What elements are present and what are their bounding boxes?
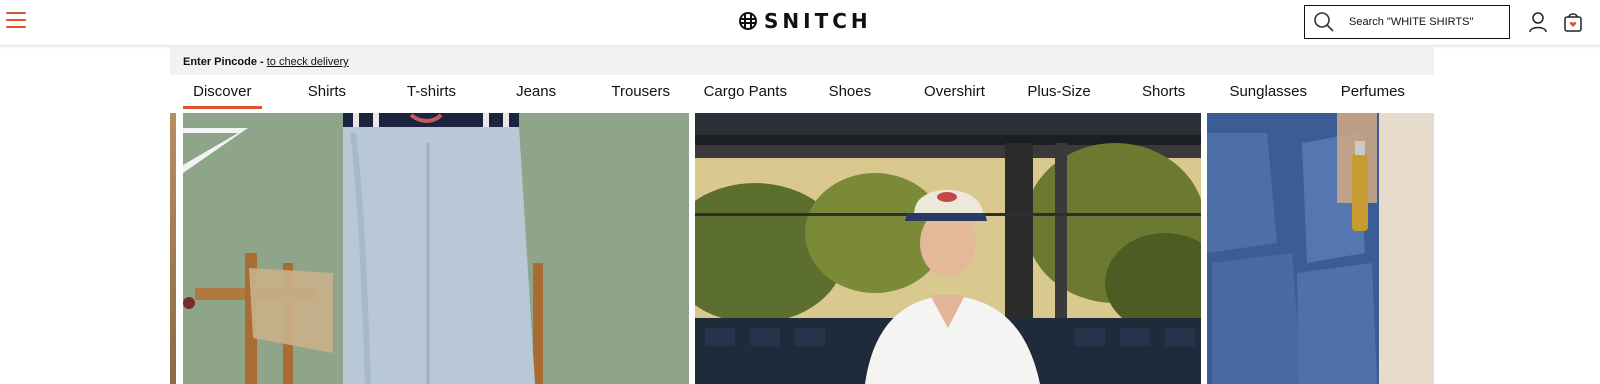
category-tab-overshirt[interactable]: Overshirt xyxy=(902,75,1007,109)
user-icon[interactable] xyxy=(1528,11,1548,33)
previous-slide-edge[interactable] xyxy=(170,113,176,384)
category-tab-sunglasses[interactable]: Sunglasses xyxy=(1216,75,1321,109)
category-tab-plus-size[interactable]: Plus-Size xyxy=(1007,75,1112,109)
category-tab-shorts[interactable]: Shorts xyxy=(1111,75,1216,109)
hero-image-stadium-seats[interactable] xyxy=(1207,113,1434,384)
check-delivery-link[interactable]: to check delivery xyxy=(267,56,349,68)
category-tab-perfumes[interactable]: Perfumes xyxy=(1321,75,1426,109)
pincode-prompt: Enter Pincode - to check delivery xyxy=(183,56,349,68)
shopping-bag-icon[interactable] xyxy=(1562,11,1584,33)
pincode-label: Enter Pincode - xyxy=(183,56,264,68)
brand-name: SNITCH xyxy=(764,9,872,33)
snitch-logo-mark-icon xyxy=(739,12,757,30)
category-tab-trousers[interactable]: Trousers xyxy=(588,75,693,109)
category-tab-tshirts[interactable]: T-shirts xyxy=(379,75,484,109)
hero-image-jeans-model[interactable] xyxy=(183,113,689,384)
search-box[interactable]: Search "WHITE SHIRTS" xyxy=(1304,5,1510,39)
category-tab-shoes[interactable]: Shoes xyxy=(798,75,903,109)
category-tab-shirts[interactable]: Shirts xyxy=(275,75,380,109)
search-placeholder: Search "WHITE SHIRTS" xyxy=(1349,16,1474,28)
top-header: SNITCH Search "WHITE SHIRTS" xyxy=(0,0,1600,46)
hamburger-menu-icon[interactable] xyxy=(6,12,26,30)
category-nav: Discover Shirts T-shirts Jeans Trousers … xyxy=(170,75,1434,109)
category-tab-cargo-pants[interactable]: Cargo Pants xyxy=(693,75,798,109)
category-tab-jeans[interactable]: Jeans xyxy=(484,75,589,109)
hero-banner-carousel xyxy=(170,113,1434,384)
hero-image-stadium-model[interactable] xyxy=(695,113,1201,384)
category-tab-discover[interactable]: Discover xyxy=(170,75,275,109)
pincode-bar: Enter Pincode - to check delivery xyxy=(170,47,1434,75)
brand-logo[interactable]: SNITCH xyxy=(738,8,872,34)
search-icon xyxy=(1314,12,1334,32)
